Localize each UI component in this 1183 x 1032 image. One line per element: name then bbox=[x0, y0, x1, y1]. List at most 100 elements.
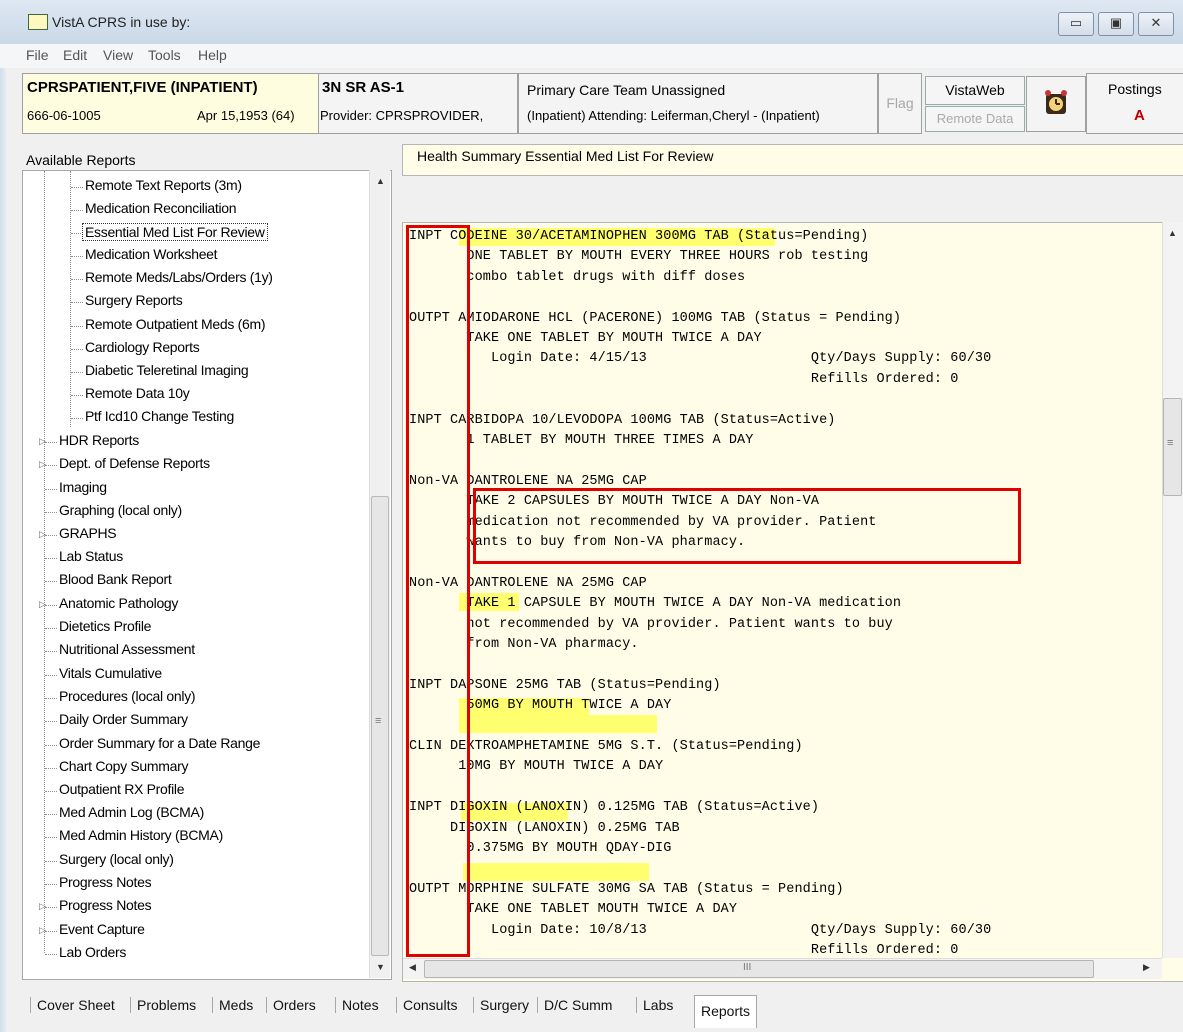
app-icon bbox=[28, 14, 48, 30]
postings-code: A bbox=[1134, 107, 1145, 124]
tree-item[interactable]: Graphing (local only) bbox=[59, 502, 182, 518]
tree-item[interactable]: Diabetic Teleretinal Imaging bbox=[85, 362, 249, 378]
tab-notes[interactable]: Notes bbox=[335, 997, 385, 1013]
annotation-box bbox=[406, 225, 470, 957]
menu-edit[interactable]: Edit bbox=[63, 47, 87, 63]
tree-item[interactable]: Ptf Icd10 Change Testing bbox=[85, 408, 234, 424]
report-line: not recommended by VA provider. Patient … bbox=[409, 616, 893, 632]
expand-icon[interactable]: ▷ bbox=[39, 599, 46, 610]
tab-orders[interactable]: Orders bbox=[266, 997, 322, 1013]
tree-item[interactable]: Outpatient RX Profile bbox=[59, 781, 185, 797]
tree-item[interactable]: Surgery (local only) bbox=[59, 851, 174, 867]
expand-icon[interactable]: ▷ bbox=[39, 529, 46, 540]
grip-icon: ≡ bbox=[1167, 437, 1174, 449]
tree-item[interactable]: Medication Worksheet bbox=[85, 246, 218, 262]
tree-item[interactable]: Imaging bbox=[59, 479, 107, 495]
expand-icon[interactable]: ▷ bbox=[39, 436, 46, 447]
tab-surgery[interactable]: Surgery bbox=[473, 997, 535, 1013]
report-v-thumb[interactable]: ≡ bbox=[1163, 398, 1182, 496]
tree-scroll-thumb[interactable]: ≡ bbox=[371, 496, 389, 956]
menu-view[interactable]: View bbox=[103, 47, 133, 63]
scroll-down-icon[interactable]: ▼ bbox=[376, 962, 385, 972]
tree-item[interactable]: Med Admin History (BCMA) bbox=[59, 827, 223, 843]
tree-item[interactable]: Remote Meds/Labs/Orders (1y) bbox=[85, 269, 273, 285]
report-line: OUTPT AMIODARONE HCL (PACERONE) 100MG TA… bbox=[409, 310, 902, 326]
report-line: OUTPT MORPHINE SULFATE 30MG SA TAB (Stat… bbox=[409, 881, 844, 897]
tab-cover-sheet[interactable]: Cover Sheet bbox=[30, 997, 121, 1013]
tab-reports[interactable]: Reports bbox=[694, 995, 758, 1028]
expand-icon[interactable]: ▷ bbox=[39, 459, 46, 470]
patient-ssn: 666-06-1005 bbox=[27, 108, 101, 123]
reminders-button[interactable] bbox=[1026, 76, 1086, 132]
patient-name: CPRSPATIENT,FIVE (INPATIENT) bbox=[27, 79, 258, 96]
expand-icon[interactable]: ▷ bbox=[39, 901, 46, 912]
close-button[interactable]: ✕ bbox=[1138, 12, 1174, 36]
scroll-right-icon[interactable]: ▶ bbox=[1143, 962, 1150, 973]
reports-tree[interactable]: Remote Text Reports (3m) Medication Recon… bbox=[22, 170, 392, 980]
menu-tools[interactable]: Tools bbox=[148, 47, 181, 63]
tree-item-selected[interactable]: Essential Med List For Review bbox=[82, 223, 268, 241]
tree-item[interactable]: HDR Reports bbox=[59, 432, 139, 448]
scroll-left-icon[interactable]: ◀ bbox=[409, 962, 416, 973]
tree-item[interactable]: Event Capture bbox=[59, 921, 145, 937]
tree-item[interactable]: Procedures (local only) bbox=[59, 688, 196, 704]
patient-location: 3N SR AS-1 bbox=[322, 79, 404, 96]
patient-dob: Apr 15,1953 (64) bbox=[197, 108, 295, 123]
tree-item[interactable]: Remote Data 10y bbox=[85, 385, 190, 401]
annotation-box bbox=[473, 488, 1021, 564]
tree-item[interactable]: Med Admin Log (BCMA) bbox=[59, 804, 204, 820]
grip-icon: ≡ bbox=[375, 715, 382, 727]
report-vertical-scrollbar[interactable]: ▲ bbox=[1162, 222, 1183, 958]
tree-item[interactable]: Lab Orders bbox=[59, 944, 126, 960]
tab-d-c-summ[interactable]: D/C Summ bbox=[537, 997, 618, 1013]
report-line: Login Date: 4/15/13 Qty/Days Supply: 60/… bbox=[409, 351, 992, 367]
tree-item[interactable]: Medication Reconciliation bbox=[85, 200, 237, 216]
tree-item[interactable]: Chart Copy Summary bbox=[59, 758, 189, 774]
tab-labs[interactable]: Labs bbox=[636, 997, 679, 1013]
postings-label: Postings bbox=[1108, 81, 1162, 97]
flag-button[interactable]: Flag bbox=[878, 73, 922, 134]
tree-item[interactable]: Dietetics Profile bbox=[59, 618, 151, 634]
highlight-mark bbox=[463, 863, 649, 881]
tree-item[interactable]: Remote Outpatient Meds (6m) bbox=[85, 316, 266, 332]
tree-item[interactable]: Dept. of Defense Reports bbox=[59, 455, 210, 471]
report-h-thumb[interactable]: III bbox=[424, 960, 1094, 978]
tree-item[interactable]: GRAPHS bbox=[59, 525, 117, 541]
highlight-mark bbox=[459, 715, 657, 733]
tree-item[interactable]: Progress Notes bbox=[59, 874, 152, 890]
grip-icon: III bbox=[743, 962, 752, 973]
report-line: INPT CARBIDOPA 10/LEVODOPA 100MG TAB (St… bbox=[409, 412, 836, 428]
tab-problems[interactable]: Problems bbox=[130, 997, 202, 1013]
tab-consults[interactable]: Consults bbox=[396, 997, 463, 1013]
tab-meds[interactable]: Meds bbox=[212, 997, 259, 1013]
tree-item[interactable]: Remote Text Reports (3m) bbox=[85, 177, 242, 193]
expand-icon[interactable]: ▷ bbox=[39, 925, 46, 936]
tree-item[interactable]: Vitals Cumulative bbox=[59, 665, 162, 681]
scroll-up-icon[interactable]: ▲ bbox=[376, 176, 385, 186]
remote-data-button[interactable]: Remote Data bbox=[925, 106, 1025, 132]
report-line: Login Date: 10/8/13 Qty/Days Supply: 60/… bbox=[409, 922, 992, 938]
report-text-area[interactable]: INPT CODEINE 30/ACETAMINOPHEN 300MG TAB … bbox=[402, 222, 1183, 982]
provider-name: Provider: CPRSPROVIDER, bbox=[320, 108, 484, 123]
report-line: Refills Ordered: 0 bbox=[409, 371, 959, 387]
tree-item[interactable]: Lab Status bbox=[59, 548, 123, 564]
tree-item[interactable]: Blood Bank Report bbox=[59, 571, 172, 587]
menu-file[interactable]: File bbox=[26, 47, 49, 63]
report-line: INPT DIGOXIN (LANOXIN) 0.125MG TAB (Stat… bbox=[409, 800, 820, 816]
menu-help[interactable]: Help bbox=[198, 47, 227, 63]
scroll-up-icon[interactable]: ▲ bbox=[1168, 228, 1177, 238]
tree-item[interactable]: Anatomic Pathology bbox=[59, 595, 178, 611]
tree-item[interactable]: Order Summary for a Date Range bbox=[59, 735, 260, 751]
maximize-button[interactable]: ▣ bbox=[1098, 12, 1134, 36]
vistaweb-button[interactable]: VistaWeb bbox=[925, 76, 1025, 105]
tree-item[interactable]: Progress Notes bbox=[59, 897, 152, 913]
report-title: Health Summary Essential Med List For Re… bbox=[417, 148, 714, 164]
tree-item[interactable]: Daily Order Summary bbox=[59, 711, 188, 727]
report-line: TAKE 1 CAPSULE BY MOUTH TWICE A DAY Non-… bbox=[409, 596, 902, 612]
tree-item[interactable]: Nutritional Assessment bbox=[59, 641, 195, 657]
available-reports-label: Available Reports bbox=[26, 152, 136, 168]
tree-item[interactable]: Surgery Reports bbox=[85, 292, 183, 308]
tree-item[interactable]: Cardiology Reports bbox=[85, 339, 200, 355]
primary-care-team: Primary Care Team Unassigned bbox=[527, 82, 726, 98]
minimize-button[interactable]: ▭ bbox=[1058, 12, 1094, 36]
